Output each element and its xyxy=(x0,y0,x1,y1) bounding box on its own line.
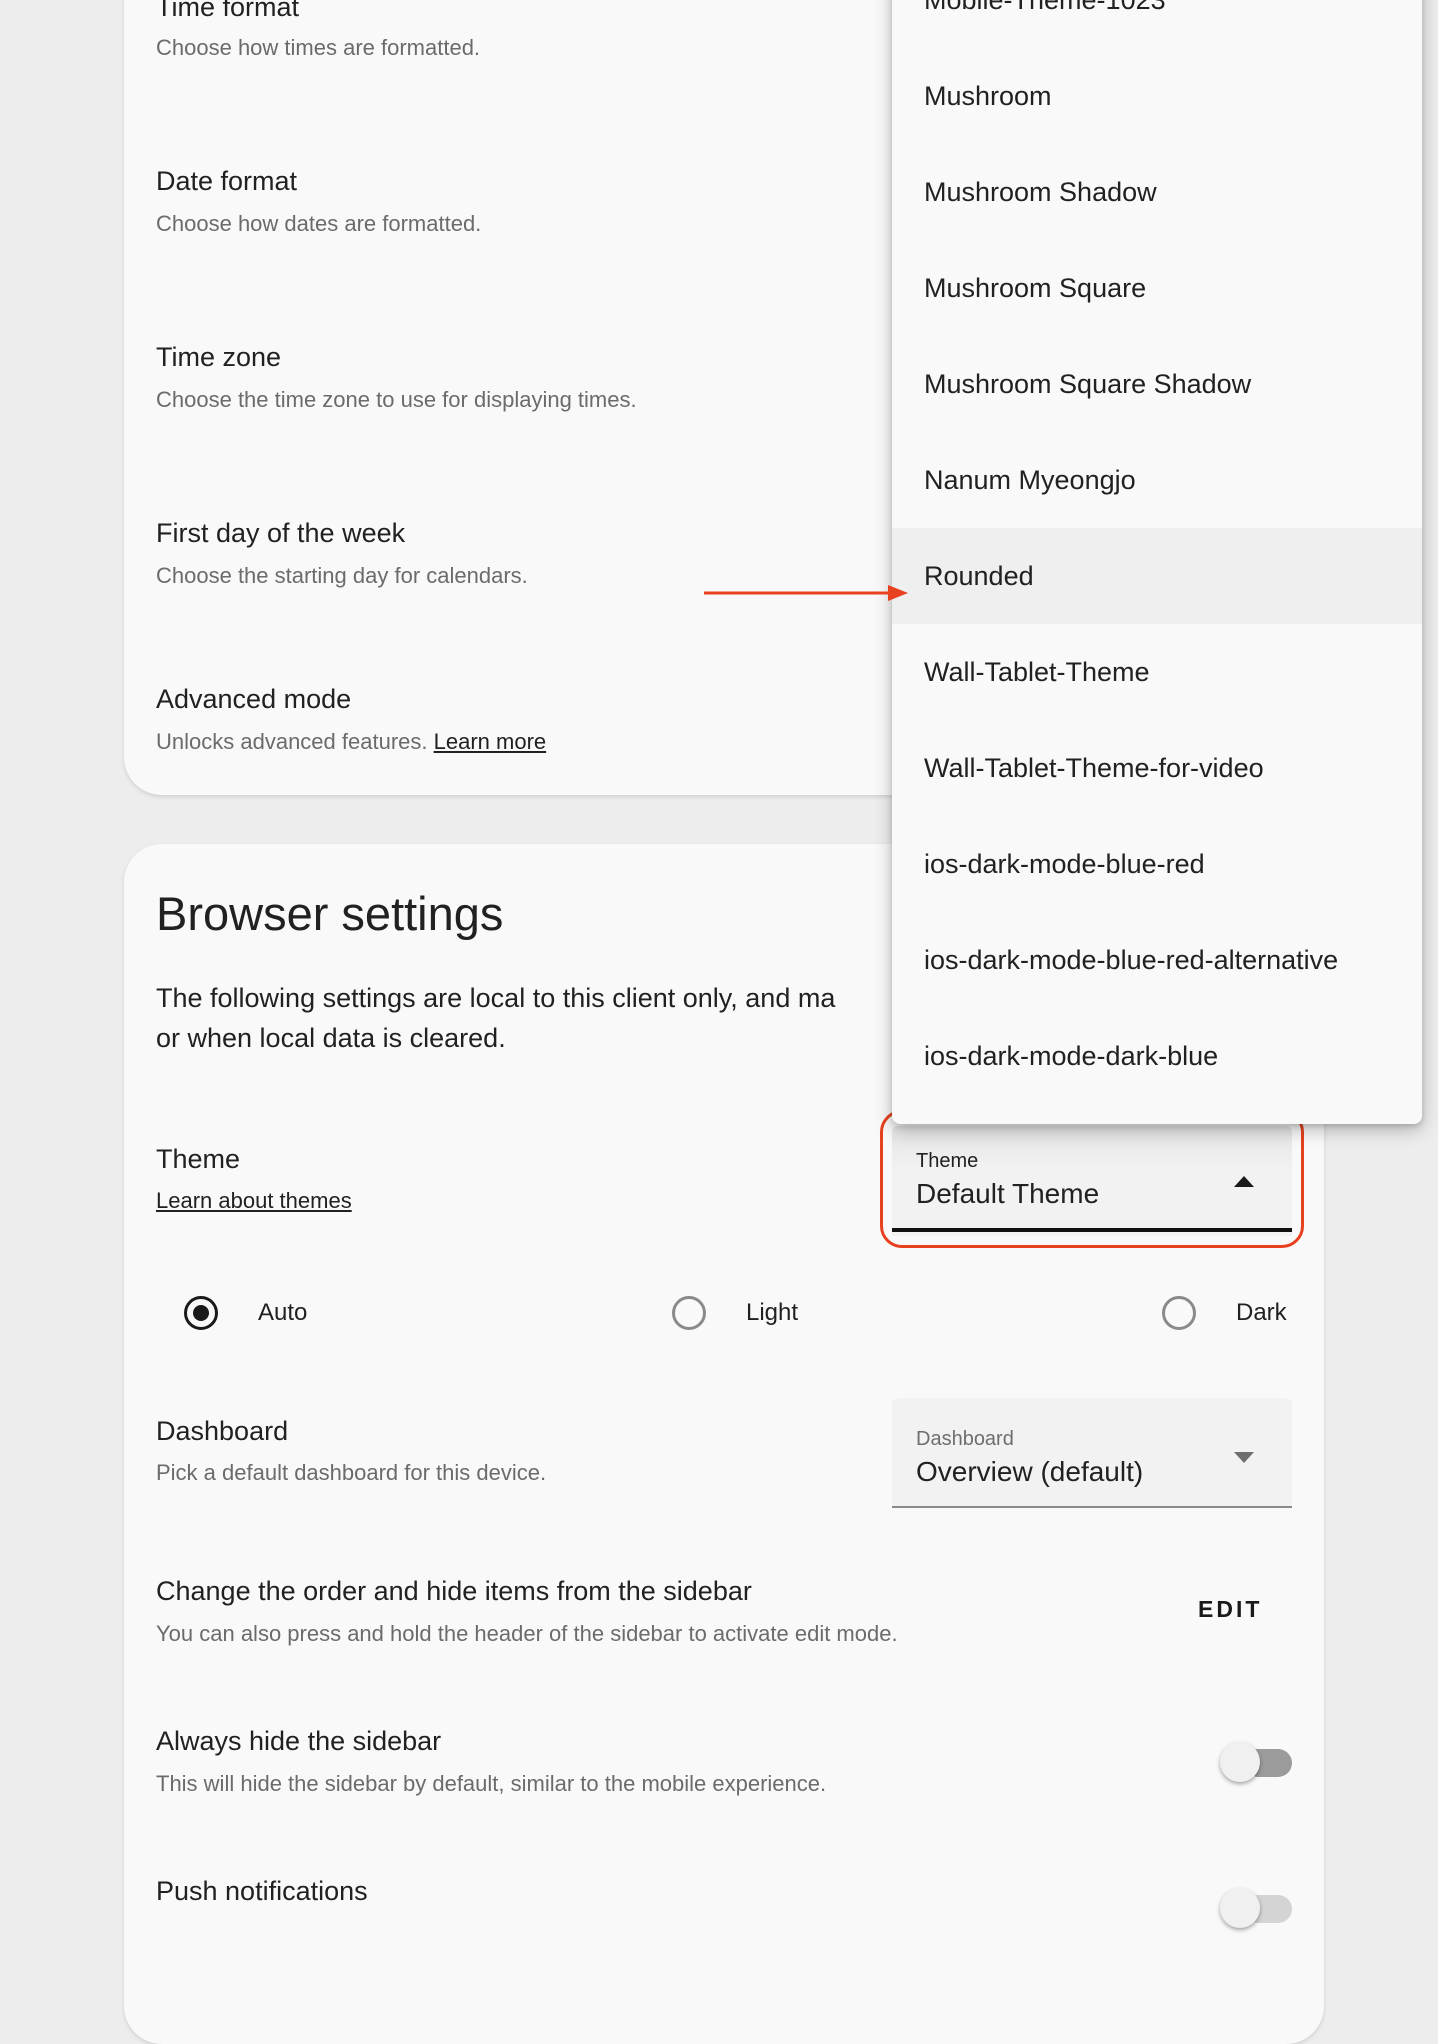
theme-menu-item[interactable]: ios-dark-mode-blue-red xyxy=(892,816,1422,912)
radio-dark[interactable]: Dark xyxy=(1162,1296,1287,1330)
caret-up-icon xyxy=(1234,1176,1254,1187)
theme-menu-item-label: ios-dark-mode-blue-red-alternative xyxy=(924,944,1339,975)
theme-menu-item-label: Mushroom Square xyxy=(924,272,1147,303)
radio-unchecked-icon xyxy=(1162,1296,1196,1330)
theme-menu-item-label: ios-dark-mode-blue-red xyxy=(924,848,1205,879)
radio-light-label: Light xyxy=(746,1299,799,1326)
advanced-mode-description: Unlocks advanced features. Learn more xyxy=(156,729,546,755)
dashboard-select-label: Dashboard xyxy=(916,1428,1014,1450)
theme-menu-item-label: Wall-Tablet-Theme xyxy=(924,656,1150,687)
caret-down-icon xyxy=(1234,1452,1254,1463)
push-notifications-title: Push notifications xyxy=(156,1876,368,1906)
browser-settings-description: The following settings are local to this… xyxy=(156,978,896,1058)
theme-select[interactable]: Theme Default Theme xyxy=(892,1126,1292,1236)
date-format-title: Date format xyxy=(156,166,298,196)
learn-about-themes-link[interactable]: Learn about themes xyxy=(156,1188,352,1213)
theme-menu-item[interactable]: Mushroom Shadow xyxy=(892,144,1422,240)
theme-menu-item[interactable]: ios-dark-mode-blue-red-alternative xyxy=(892,912,1422,1008)
theme-menu-item[interactable]: Wall-Tablet-Theme-for-video xyxy=(892,720,1422,816)
annotation-arrow-icon xyxy=(704,585,908,601)
theme-menu-item-label: Mushroom xyxy=(924,80,1052,111)
theme-menu-item-label: Wall-Tablet-Theme-for-video xyxy=(924,752,1264,783)
theme-mode-radio-group: Auto Light Dark xyxy=(156,1296,1292,1346)
time-format-description: Choose how times are formatted. xyxy=(156,35,481,60)
theme-select-underline xyxy=(892,1228,1292,1232)
theme-menu-item-label: Nanum Myeongjo xyxy=(924,464,1136,495)
theme-menu-item[interactable]: Mushroom xyxy=(892,48,1422,144)
time-zone-description: Choose the time zone to use for displayi… xyxy=(156,387,637,412)
advanced-mode-text: Unlocks advanced features. xyxy=(156,729,428,754)
theme-learn-link-wrap: Learn about themes xyxy=(156,1188,352,1214)
description-line-2: or when local data is cleared. xyxy=(156,1023,506,1053)
browser-settings-title: Browser settings xyxy=(156,887,504,940)
edit-sidebar-button[interactable]: EDIT xyxy=(1198,1596,1262,1623)
description-line-1: The following settings are local to this… xyxy=(156,983,836,1013)
hide-sidebar-toggle[interactable] xyxy=(1220,1742,1292,1782)
radio-auto[interactable]: Auto xyxy=(184,1296,307,1330)
theme-menu-item-label: ios-dark-mode-dark-blue xyxy=(924,1040,1219,1071)
hide-sidebar-description: This will hide the sidebar by default, s… xyxy=(156,1771,827,1796)
radio-checked-icon xyxy=(184,1296,218,1330)
toggle-thumb xyxy=(1220,1742,1260,1782)
theme-select-value: Default Theme xyxy=(916,1178,1100,1209)
time-zone-title: Time zone xyxy=(156,342,282,372)
theme-menu-item[interactable]: ios-dark-mode-dark-blue xyxy=(892,1008,1422,1104)
theme-menu-item-label: Mushroom Square Shadow xyxy=(924,368,1252,399)
time-format-title: Time format xyxy=(156,0,300,22)
sidebar-order-title: Change the order and hide items from the… xyxy=(156,1576,752,1606)
theme-menu-item-label: Mushroom Shadow xyxy=(924,176,1157,207)
sidebar-order-description: You can also press and hold the header o… xyxy=(156,1621,898,1646)
hide-sidebar-title: Always hide the sidebar xyxy=(156,1726,442,1756)
theme-title: Theme xyxy=(156,1144,241,1174)
theme-menu-item[interactable]: Rounded xyxy=(892,528,1422,624)
theme-menu-item[interactable]: Mushroom Square Shadow xyxy=(892,336,1422,432)
first-day-description: Choose the starting day for calendars. xyxy=(156,563,528,588)
theme-menu-item[interactable]: Mobile-Theme-1023 xyxy=(892,0,1422,48)
dashboard-title: Dashboard xyxy=(156,1416,289,1446)
radio-auto-label: Auto xyxy=(258,1299,308,1326)
theme-menu-item[interactable]: Wall-Tablet-Theme xyxy=(892,624,1422,720)
dashboard-select-underline xyxy=(892,1506,1292,1508)
date-format-description: Choose how dates are formatted. xyxy=(156,211,482,236)
theme-menu-item-label: Mobile-Theme-1023 xyxy=(924,0,1166,16)
push-notifications-toggle[interactable] xyxy=(1220,1888,1292,1928)
theme-select-label: Theme xyxy=(916,1150,979,1172)
theme-dropdown-menu: Mobile-Theme-1023 Mushroom Mushroom Shadow… xyxy=(892,0,1422,1124)
dashboard-description: Pick a default dashboard for this device… xyxy=(156,1460,547,1485)
advanced-mode-title: Advanced mode xyxy=(156,684,352,714)
radio-unchecked-icon xyxy=(672,1296,706,1330)
radio-dark-label: Dark xyxy=(1236,1299,1287,1326)
theme-menu-item[interactable]: Nanum Myeongjo xyxy=(892,432,1422,528)
dashboard-select-value: Overview (default) xyxy=(916,1456,1144,1487)
radio-light[interactable]: Light xyxy=(672,1296,798,1330)
toggle-thumb xyxy=(1220,1888,1260,1928)
dashboard-select[interactable]: Dashboard Overview (default) xyxy=(892,1398,1292,1508)
theme-menu-item-label: Rounded xyxy=(924,560,1034,591)
first-day-title: First day of the week xyxy=(156,518,406,548)
theme-menu-item[interactable]: Mushroom Square xyxy=(892,240,1422,336)
learn-more-link[interactable]: Learn more xyxy=(434,729,547,754)
